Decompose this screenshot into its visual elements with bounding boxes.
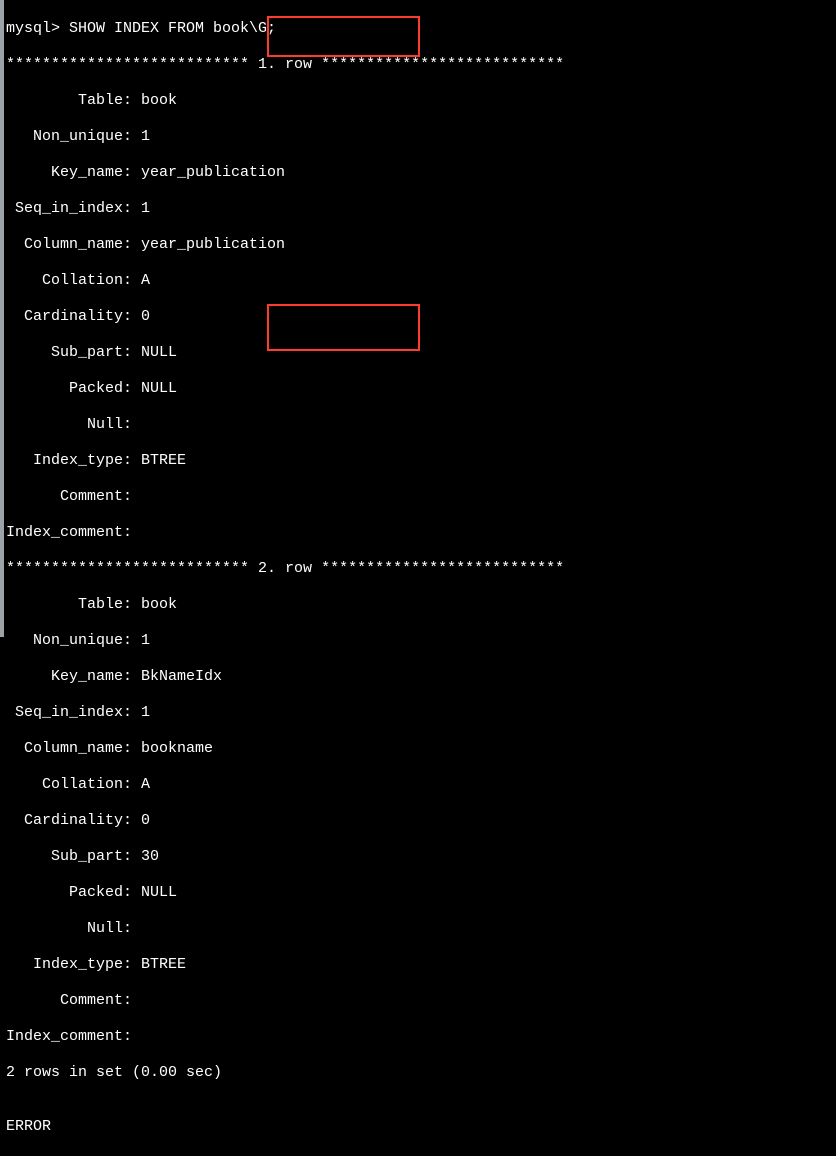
field-column-name: Column_name: bookname (6, 740, 836, 758)
field-index-comment: Index_comment: (6, 1028, 836, 1046)
row-separator-2: *************************** 2. row *****… (6, 560, 836, 578)
field-non-unique: Non_unique: 1 (6, 128, 836, 146)
field-collation: Collation: A (6, 272, 836, 290)
field-packed: Packed: NULL (6, 380, 836, 398)
error-partial: ERROR (6, 1118, 836, 1136)
field-null: Null: (6, 416, 836, 434)
field-comment: Comment: (6, 488, 836, 506)
field-collation: Collation: A (6, 776, 836, 794)
field-key-name: Key_name: year_publication (6, 164, 836, 182)
field-key-name: Key_name: BkNameIdx (6, 668, 836, 686)
row-1-label: 1. row (258, 56, 312, 73)
field-seq-in-index: Seq_in_index: 1 (6, 704, 836, 722)
field-seq-in-index: Seq_in_index: 1 (6, 200, 836, 218)
field-sub-part: Sub_part: NULL (6, 344, 836, 362)
rows-in-set: 2 rows in set (0.00 sec) (6, 1064, 836, 1082)
field-comment: Comment: (6, 992, 836, 1010)
field-table: Table: book (6, 596, 836, 614)
field-cardinality: Cardinality: 0 (6, 308, 836, 326)
prompt: mysql> (6, 20, 69, 37)
field-sub-part: Sub_part: 30 (6, 848, 836, 866)
field-packed: Packed: NULL (6, 884, 836, 902)
terminal-output: mysql> SHOW INDEX FROM book\G; *********… (4, 0, 836, 1156)
field-index-comment: Index_comment: (6, 524, 836, 542)
field-table: Table: book (6, 92, 836, 110)
row-2-label: 2. row (258, 560, 312, 577)
field-index-type: Index_type: BTREE (6, 452, 836, 470)
sql-command: SHOW INDEX FROM book\G; (69, 20, 276, 37)
field-non-unique: Non_unique: 1 (6, 632, 836, 650)
field-cardinality: Cardinality: 0 (6, 812, 836, 830)
row-separator-1: *************************** 1. row *****… (6, 56, 836, 74)
field-null: Null: (6, 920, 836, 938)
field-column-name: Column_name: year_publication (6, 236, 836, 254)
field-index-type: Index_type: BTREE (6, 956, 836, 974)
command-line[interactable]: mysql> SHOW INDEX FROM book\G; (6, 20, 836, 38)
